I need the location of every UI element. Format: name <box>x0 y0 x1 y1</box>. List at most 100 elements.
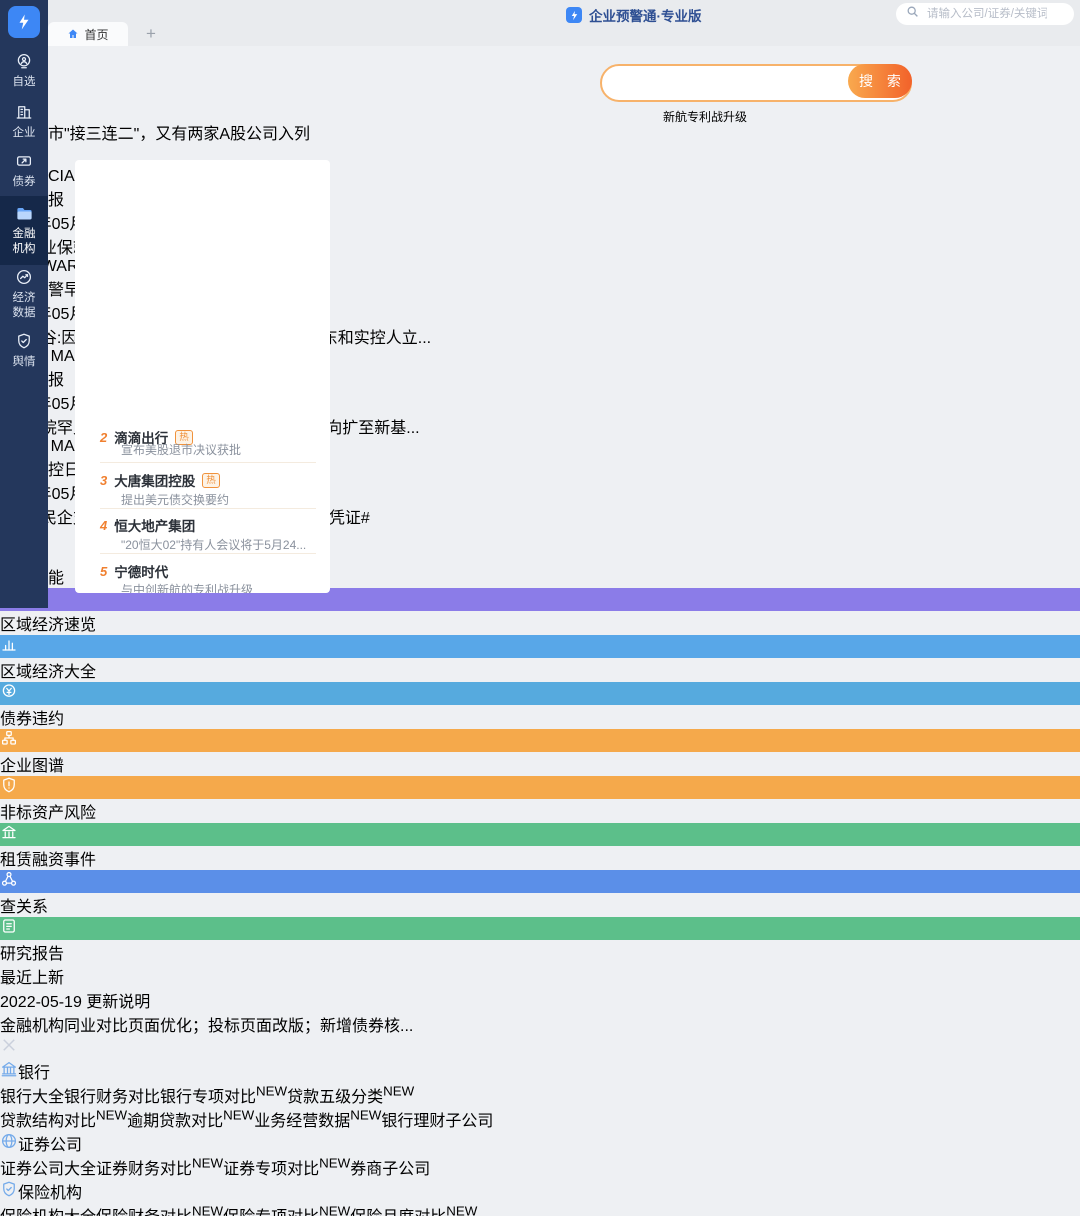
sidebar-item-label: 企业 <box>12 127 36 139</box>
main-search-bar[interactable]: 搜 索 <box>600 64 912 102</box>
close-icon[interactable] <box>0 1036 1080 1059</box>
sidebar-item-label: 金融机构 <box>12 228 36 255</box>
menu-item-贷款五级分类[interactable]: 贷款五级分类NEW <box>287 1084 414 1106</box>
function-card-label: 企业图谱 <box>0 758 65 775</box>
function-card-label: 区域经济大全 <box>0 664 97 681</box>
news-headline[interactable]: 强制退市"接三连二"，又有两家A股公司入列 <box>0 120 1080 144</box>
menu-section-header: 保险机构 <box>0 1179 1080 1203</box>
function-card-非标资产风险[interactable]: 非标资产风险 <box>0 776 1080 823</box>
sidebar-item-label: 债券 <box>12 176 36 188</box>
sidebar-item-舆情[interactable]: 舆情 <box>0 332 48 370</box>
hot-item-desc: "20恒大02"持有人会议将于5月24... <box>121 538 307 552</box>
chevrons-up-icon: ︿︿︿ <box>0 48 1080 120</box>
sidebar-item-label: 自选 <box>12 76 36 88</box>
company-building-icon <box>0 103 48 123</box>
new-badge: NEW <box>383 1083 415 1099</box>
new-badge: NEW <box>319 1155 351 1171</box>
finance-folder-icon <box>0 204 48 224</box>
menu-item-银行财务对比[interactable]: 银行财务对比 <box>64 1089 160 1106</box>
hot-list-item[interactable]: 3 大唐集团控股热 <box>100 470 318 490</box>
new-badge: NEW <box>446 1203 478 1216</box>
hot-rank: 4 <box>100 517 108 533</box>
global-search[interactable] <box>896 3 1074 25</box>
list-divider <box>100 462 316 463</box>
menu-item-逾期贷款对比[interactable]: 逾期贷款对比NEW <box>127 1108 254 1130</box>
function-card-企业图谱[interactable]: 企业图谱 <box>0 729 1080 776</box>
sidebar-item-label: 舆情 <box>12 356 36 368</box>
hot-list-item[interactable]: 4 恒大地产集团 <box>100 515 318 535</box>
hot-rank: 5 <box>100 563 108 579</box>
menu-item-证券财务对比[interactable]: 证券财务对比NEW <box>96 1156 223 1178</box>
menu-item-保险专项对比[interactable]: 保险专项对比NEW <box>223 1204 350 1216</box>
hot-badge: 热 <box>202 472 220 488</box>
sidebar-item-金融机构[interactable]: 金融机构 <box>0 196 48 265</box>
bond-default-icon <box>0 682 1080 705</box>
bar-chart-icon <box>0 635 1080 658</box>
menu-item-证券公司大全[interactable]: 证券公司大全 <box>0 1161 96 1178</box>
sidebar-item-债券[interactable]: 债券 <box>0 152 48 190</box>
globe-icon <box>0 1133 18 1154</box>
function-card-label: 查关系 <box>0 899 49 916</box>
recent-update-item[interactable]: 2022-05-19 更新说明 金融机构同业对比页面优化；投标页面改版；新增债券… <box>0 988 1080 1036</box>
menu-item-贷款结构对比[interactable]: 贷款结构对比NEW <box>0 1108 127 1130</box>
function-card-区域经济速览[interactable]: 区域经济速览 <box>0 588 1080 635</box>
menu-section-header: 证券公司 <box>0 1131 1080 1155</box>
menu-item-银行理财子公司[interactable]: 银行理财子公司 <box>381 1113 493 1130</box>
menu-item-券商子公司[interactable]: 券商子公司 <box>350 1161 430 1178</box>
sentiment-shield-icon <box>0 332 48 352</box>
function-card-label: 区域经济速览 <box>0 617 97 634</box>
sidebar-item-自选[interactable]: 自选 <box>0 52 48 90</box>
hot-company-name: 宁德时代 <box>114 565 169 580</box>
hot-item-desc: 提出美元债交换要约 <box>121 493 230 507</box>
top-bar: 企业预警通·专业版 首页 + <box>48 0 1080 46</box>
recent-update-date: 2022-05-19 更新说明 <box>0 994 151 1011</box>
finance-mega-menu-modal: 银行银行大全银行财务对比银行专项对比NEW贷款五级分类NEW 贷款结构对比NEW逾… <box>0 1036 1080 1216</box>
search-submit-button[interactable]: 搜 索 <box>848 64 912 98</box>
bond-ticket-icon <box>0 152 48 172</box>
shield-check-icon <box>0 1181 18 1202</box>
menu-item-业务经营数据[interactable]: 业务经营数据NEW <box>254 1108 381 1130</box>
hot-search-panel: 2 滴滴出行热宣布美股退市决议获批 3 大唐集团控股热提出美元债交换要约 4 恒大地产集团… <box>75 160 330 593</box>
org-tree-icon <box>0 729 1080 752</box>
app-brand: 企业预警通·专业版 <box>566 5 702 25</box>
recent-updates-header: 最近上新 <box>0 964 1080 988</box>
bank-icon <box>0 1061 18 1082</box>
function-card-label: 债券违约 <box>0 711 65 728</box>
bank-lease-icon <box>0 823 1080 846</box>
function-card-租赁融资事件[interactable]: 租赁融资事件 <box>0 823 1080 870</box>
menu-item-保险月度对比[interactable]: 保险月度对比NEW <box>350 1204 477 1216</box>
search-input[interactable] <box>925 7 1049 21</box>
new-badge: NEW <box>319 1203 351 1216</box>
menu-item-保险机构大全[interactable]: 保险机构大全 <box>0 1209 96 1216</box>
menu-section-title: 银行 <box>18 1065 51 1082</box>
menu-item-保险财务对比[interactable]: 保险财务对比NEW <box>96 1204 223 1216</box>
menu-item-银行专项对比[interactable]: 银行专项对比NEW <box>160 1084 287 1106</box>
sidebar-item-企业[interactable]: 企业 <box>0 103 48 141</box>
menu-row: 证券公司大全证券财务对比NEW证券专项对比NEW券商子公司 <box>0 1155 1080 1179</box>
sidebar-logo[interactable] <box>8 6 40 38</box>
search-icon <box>906 5 919 23</box>
menu-item-证券专项对比[interactable]: 证券专项对比NEW <box>223 1156 350 1178</box>
function-card-查关系[interactable]: 查关系 <box>0 870 1080 917</box>
menu-item-银行大全[interactable]: 银行大全 <box>0 1089 64 1106</box>
tab-home[interactable]: 首页 <box>48 22 128 46</box>
add-tab-button[interactable]: + <box>146 24 156 44</box>
report-icon <box>0 917 1080 940</box>
menu-section-title: 保险机构 <box>18 1185 83 1202</box>
hot-list-item[interactable]: 5 宁德时代 <box>100 561 318 581</box>
sidebar-item-经济数据[interactable]: 经济数据 <box>0 268 48 321</box>
hot-item-desc: 宣布美股退市决议获批 <box>121 443 242 457</box>
function-card-label: 租赁融资事件 <box>0 852 97 869</box>
function-card-研究报告[interactable]: 研究报告 <box>0 917 1080 964</box>
function-card-债券违约[interactable]: 债券违约 <box>0 682 1080 729</box>
menu-section-header: 银行 <box>0 1059 1080 1083</box>
new-badge: NEW <box>223 1107 255 1123</box>
hot-company-name: 大唐集团控股 <box>114 474 196 489</box>
sidebar: 自选企业债券金融机构经济数据舆情 <box>0 0 48 608</box>
new-badge: NEW <box>192 1203 224 1216</box>
hot-search-ticker[interactable]: 新航专利战升级 <box>663 108 747 125</box>
function-card-区域经济大全[interactable]: 区域经济大全 <box>0 635 1080 682</box>
economy-chart-icon <box>0 268 48 288</box>
watchlist-icon <box>0 52 48 72</box>
new-badge: NEW <box>96 1107 128 1123</box>
